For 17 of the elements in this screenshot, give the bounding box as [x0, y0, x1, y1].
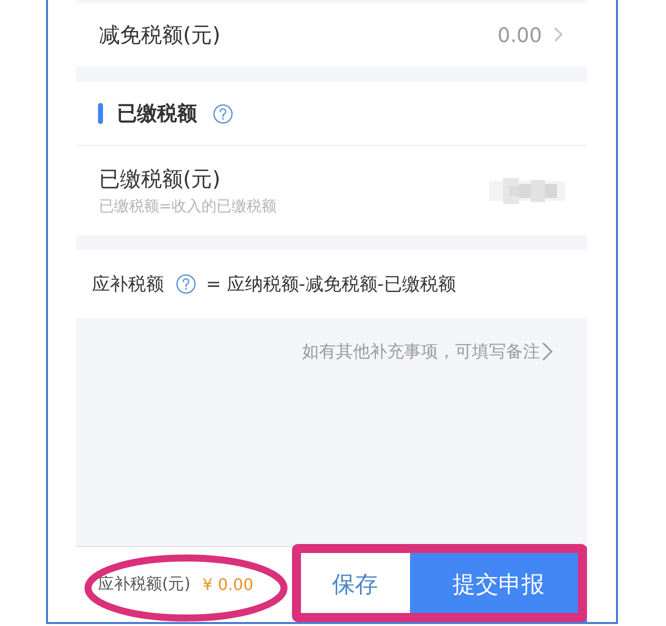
- chevron-right-icon: [542, 342, 553, 361]
- chevron-right-icon: [554, 27, 563, 42]
- relief-value: 0.00: [497, 22, 542, 46]
- formula-equation: = 应纳税额-减免税额-已缴税额: [206, 273, 456, 296]
- relief-row[interactable]: 减免税额(元) 0.00: [76, 3, 587, 66]
- section-title: 已缴税额: [117, 100, 197, 127]
- help-icon[interactable]: [176, 274, 196, 294]
- formula-label: 应补税额: [92, 273, 164, 296]
- help-icon[interactable]: [213, 104, 233, 124]
- paid-tax-row[interactable]: 已缴税额(元) 已缴税额=收入的已缴税额: [76, 146, 587, 235]
- paid-tax-label: 已缴税额(元): [99, 166, 222, 193]
- total-amount: ¥ 0.00: [202, 575, 254, 594]
- remarks-link[interactable]: 如有其他补充事项，可填写备注: [302, 340, 553, 363]
- accent-bar: [98, 103, 103, 124]
- total-label: 应补税额(元): [98, 574, 190, 595]
- paid-tax-hint: 已缴税额=收入的已缴税额: [99, 197, 277, 216]
- relief-label: 减免税额(元): [99, 22, 220, 48]
